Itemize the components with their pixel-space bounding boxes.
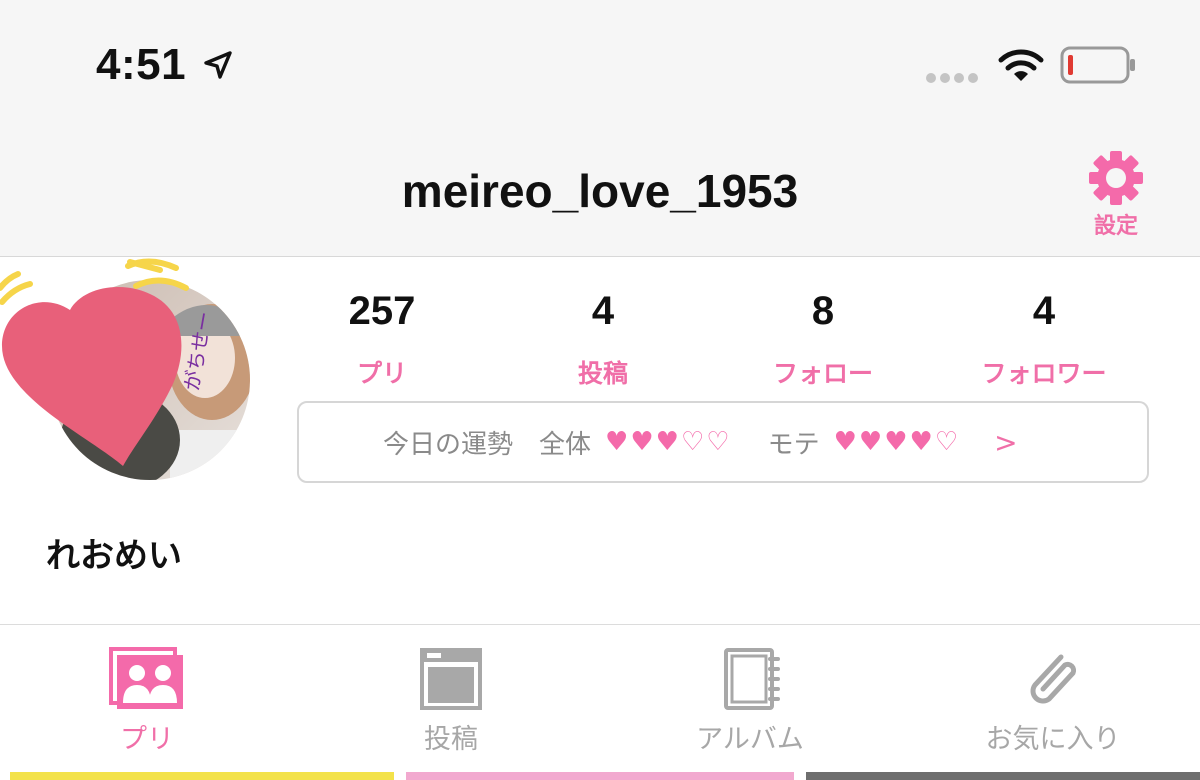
battery-low-icon	[1060, 46, 1135, 84]
stat-followers-count: 4	[1032, 289, 1056, 333]
tab-posts-label: 投稿	[424, 724, 478, 755]
fortune-title: 今日の運勢	[383, 429, 514, 460]
daily-fortune-button[interactable]: 今日の運勢 全体 ♥♥♥♡♡ モテ ♥♥♥♥♡ >	[297, 401, 1149, 483]
chevron-right-icon: >	[994, 425, 1018, 459]
stat-posts-label: 投稿	[577, 359, 628, 388]
stat-posts[interactable]: 4 投稿	[503, 284, 703, 390]
content-thumbnail-strip	[406, 772, 794, 780]
fortune-overall-label: 全体	[539, 429, 592, 460]
stat-puri[interactable]: 257 プリ	[282, 284, 482, 390]
album-icon	[724, 648, 780, 710]
profile-tab-bar: プリ 投稿 アルバム お気に入り	[0, 624, 1200, 771]
tab-album-label: アルバム	[696, 724, 804, 755]
tab-puri-label: プリ	[120, 724, 174, 755]
profile-username: meireo_love_1953	[401, 165, 799, 217]
tab-album[interactable]: アルバム	[650, 647, 850, 756]
cellular-signal-icon	[926, 73, 978, 83]
top-bar: 4:51 meireo_love_1953 設定	[0, 0, 1200, 257]
post-icon	[420, 648, 482, 710]
stat-followers[interactable]: 4 フォロワー	[944, 284, 1144, 390]
stat-followers-label: フォロワー	[981, 359, 1107, 388]
stat-puri-label: プリ	[356, 359, 407, 388]
wifi-icon	[998, 49, 1044, 81]
gear-icon	[1089, 151, 1143, 205]
paperclip-icon	[1030, 654, 1077, 704]
fortune-popularity-hearts: ♥♥♥♥♡	[833, 427, 961, 457]
tab-posts[interactable]: 投稿	[351, 647, 551, 756]
tab-favorites-label: お気に入り	[985, 724, 1121, 755]
settings-button[interactable]: 設定	[1084, 150, 1148, 239]
content-thumbnail-strip	[806, 772, 1200, 780]
display-name: れおめい	[46, 536, 182, 576]
tab-puri[interactable]: プリ	[47, 647, 247, 756]
stat-posts-count: 4	[591, 289, 615, 333]
profile-photo: がちせー	[0, 258, 250, 480]
stat-puri-count: 257	[348, 289, 416, 333]
stat-following-label: フォロー	[772, 359, 873, 388]
fortune-overall-hearts: ♥♥♥♡♡	[605, 427, 732, 457]
stat-following-count: 8	[811, 289, 835, 333]
location-arrow-icon	[204, 51, 232, 79]
settings-label: 設定	[1093, 214, 1138, 239]
tab-favorites[interactable]: お気に入り	[953, 647, 1153, 756]
avatar[interactable]: がちせー	[0, 250, 260, 490]
stat-following[interactable]: 8 フォロー	[723, 284, 923, 390]
status-time: 4:51	[96, 40, 187, 89]
photos-icon	[109, 647, 183, 709]
content-thumbnail-strip	[10, 772, 394, 780]
fortune-popularity-label: モテ	[767, 429, 820, 460]
